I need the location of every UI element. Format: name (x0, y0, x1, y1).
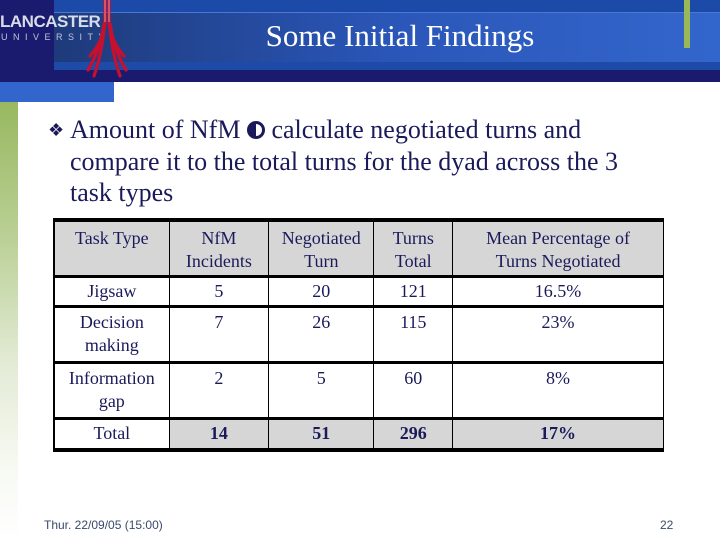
cell-total: 60 (373, 361, 454, 419)
header-nfm-incidents: NfM Incidents (168, 218, 270, 278)
header-accent-bar (0, 82, 114, 102)
table-total-row: Total 14 51 296 17% (52, 417, 664, 452)
header-accent-tick (684, 0, 690, 48)
bullet-text-prefix: Amount of NfM (70, 115, 241, 144)
header-lower-band (54, 62, 720, 70)
table-header-row: Task Type NfM Incidents Negotiated Turn Tu… (52, 218, 664, 278)
bullet-line-1: ❖ Amount of NfM calculate negotiated turn… (48, 114, 678, 146)
cell-total-label: Total (52, 417, 170, 452)
bullet-line-3: task types (70, 178, 174, 207)
bullet-text-suffix: calculate negotiated turns and (271, 115, 582, 144)
header-top-band (54, 0, 720, 12)
slide-title: Some Initial Findings (265, 18, 535, 53)
cell-total-percent: 17% (452, 417, 664, 452)
cell-negotiated: 26 (268, 305, 375, 363)
cell-total-negotiated: 51 (268, 417, 375, 452)
cell-task: Jigsaw (52, 275, 170, 307)
header-mean-percentage: Mean Percentage of Turns Negotiated (452, 218, 664, 278)
cell-percent: 16.5% (452, 275, 664, 307)
header-turns-total: Turns Total (373, 218, 454, 278)
header-negotiated-turn: Negotiated Turn (268, 218, 375, 278)
cell-total: 121 (373, 275, 454, 307)
diamond-cluster-icon: ❖ (48, 120, 65, 140)
table-row: Jigsaw 5 20 121 16.5% (52, 275, 664, 307)
table-row: Information gap 2 5 60 8% (52, 361, 664, 419)
cell-total-nfm: 14 (168, 417, 270, 452)
cell-task: Decision making (52, 305, 170, 363)
table-row: Decision making 7 26 115 23% (52, 305, 664, 363)
crest-icon (86, 0, 128, 78)
cell-task: Information gap (52, 361, 170, 419)
yin-yang-icon (246, 121, 265, 139)
cell-nfm: 7 (168, 305, 270, 363)
cell-total: 115 (373, 305, 454, 363)
cell-negotiated: 20 (268, 275, 375, 307)
cell-nfm: 5 (168, 275, 270, 307)
slide-header: LANCASTER UNIVERSITY Some Initial Findin… (0, 0, 720, 82)
cell-percent: 23% (452, 305, 664, 363)
side-gradient-strip (0, 102, 18, 540)
footer-date: Thur. 22/09/05 (15:00) (44, 518, 163, 532)
bullet-line-2: compare it to the total turns for the dy… (70, 147, 619, 176)
cell-negotiated: 5 (268, 361, 375, 419)
cell-total-turns: 296 (373, 417, 454, 452)
cell-percent: 8% (452, 361, 664, 419)
cell-nfm: 2 (168, 361, 270, 419)
findings-table: Task Type NfM Incidents Negotiated Turn Tu… (52, 218, 664, 452)
bullet-point: ❖ Amount of NfM calculate negotiated turn… (48, 114, 678, 208)
header-task-type: Task Type (52, 218, 170, 278)
slide-number: 22 (660, 518, 674, 532)
